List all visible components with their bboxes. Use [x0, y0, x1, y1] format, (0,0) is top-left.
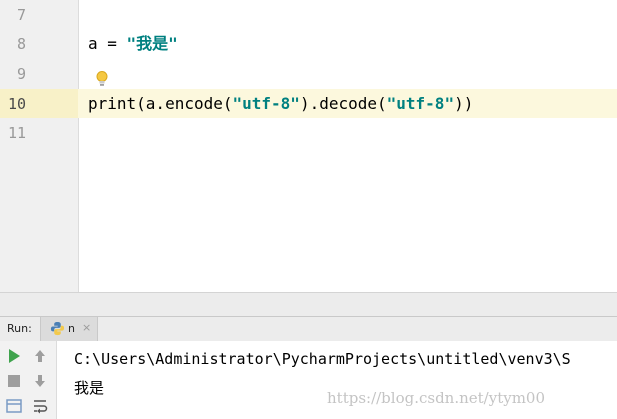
line-number-active: 10	[7, 95, 26, 113]
line-number: 9	[16, 65, 26, 83]
python-icon	[50, 321, 65, 336]
close-icon[interactable]: ×	[82, 321, 91, 334]
code-token: a =	[88, 34, 127, 53]
code-line-10[interactable]: print(a.encode("utf-8").decode("utf-8"))	[88, 94, 473, 114]
soft-wrap-icon[interactable]	[31, 397, 49, 415]
run-label: Run:	[7, 322, 32, 335]
run-toolbar	[0, 341, 57, 419]
run-tab[interactable]: n ×	[40, 317, 98, 341]
line-number: 8	[16, 35, 26, 53]
run-tab-label: n	[68, 322, 75, 335]
code-editor[interactable]: 7 8 9 10 11 a = "我是" print(a.encode("utf…	[0, 0, 617, 292]
panel-splitter[interactable]	[0, 292, 617, 317]
code-token: ))	[454, 94, 474, 113]
line-number: 7	[16, 6, 26, 24]
run-panel-header: Run: n ×	[0, 316, 617, 342]
code-token: ).decode(	[299, 94, 387, 113]
string-literal: "我是"	[126, 34, 178, 53]
scroll-down-icon[interactable]	[31, 372, 49, 390]
string-literal: "utf-8"	[386, 94, 455, 113]
scroll-up-icon[interactable]	[31, 347, 49, 365]
line-number: 11	[7, 124, 26, 142]
code-line-8[interactable]: a = "我是"	[88, 34, 178, 54]
layout-icon[interactable]	[5, 397, 23, 415]
console-output-path: C:\Users\Administrator\PycharmProjects\u…	[74, 350, 571, 368]
lightbulb-icon[interactable]	[94, 70, 110, 88]
string-literal: "utf-8"	[232, 94, 300, 113]
watermark-text: https://blog.csdn.net/ytym00	[327, 389, 546, 407]
run-icon[interactable]	[5, 347, 23, 365]
console-output-result: 我是	[74, 379, 105, 397]
code-token: print(a.encode(	[88, 94, 233, 113]
stop-icon[interactable]	[5, 372, 23, 390]
